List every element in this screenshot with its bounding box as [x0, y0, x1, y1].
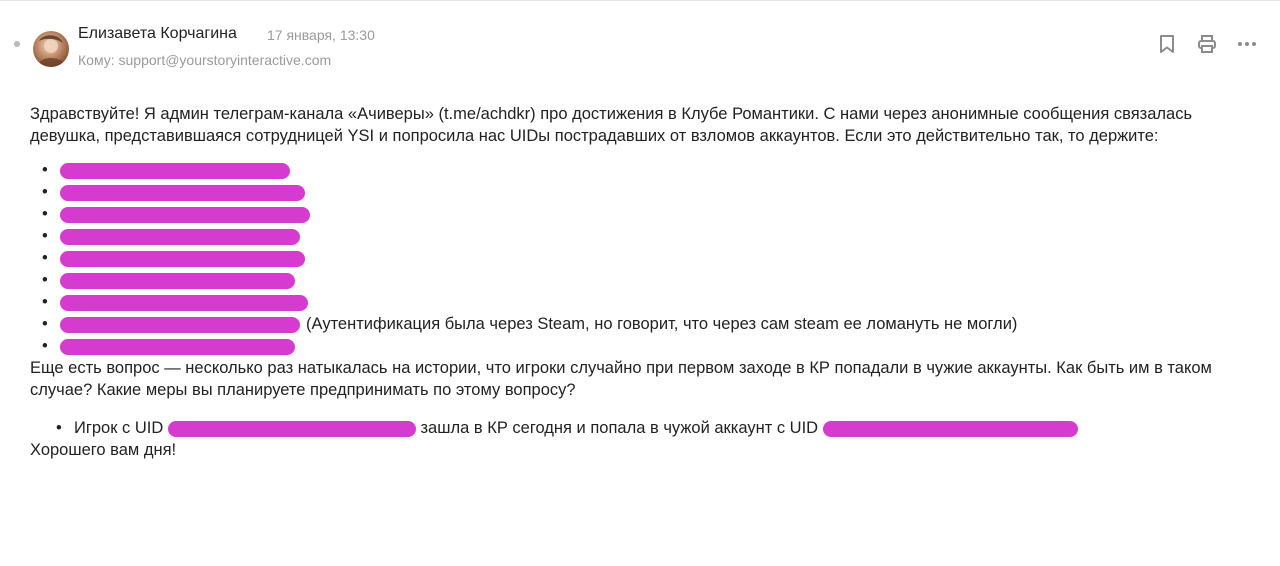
- recipient-line: Кому: support@yourstoryinteractive.com: [78, 52, 331, 68]
- message-toolbar: [1156, 33, 1258, 55]
- redaction: [60, 272, 295, 289]
- recipient-label: Кому:: [78, 52, 115, 68]
- list-item: Игрок с UID зашла в КР сегодня и попала …: [56, 417, 1260, 439]
- print-button[interactable]: [1196, 33, 1218, 55]
- redaction: [167, 420, 416, 437]
- message-body: Здравствуйте! Я админ телеграм-канала «А…: [30, 103, 1260, 461]
- more-icon: [1238, 42, 1256, 46]
- case-middle: зашла в КР сегодня и попала в чужой акка…: [420, 419, 819, 437]
- list-item: [42, 181, 1260, 203]
- bookmark-icon: [1160, 35, 1174, 53]
- redaction: [60, 338, 295, 355]
- redaction: [60, 184, 305, 201]
- email-view: Елизавета Корчагина 17 января, 13:30 Ком…: [0, 0, 1280, 566]
- sender-name[interactable]: Елизавета Корчагина: [78, 25, 237, 43]
- list-item: [42, 159, 1260, 181]
- case-prefix: Игрок с UID: [74, 419, 164, 437]
- redaction: [822, 420, 1078, 437]
- avatar[interactable]: [33, 31, 69, 67]
- redaction: [60, 250, 305, 267]
- case-list: Игрок с UID зашла в КР сегодня и попала …: [30, 417, 1260, 439]
- uid-list: (Аутентификация была через Steam, но гов…: [30, 159, 1260, 357]
- list-item: [42, 269, 1260, 291]
- print-icon: [1198, 35, 1216, 53]
- unread-indicator[interactable]: [14, 41, 20, 47]
- list-item: (Аутентификация была через Steam, но гов…: [42, 313, 1260, 335]
- more-button[interactable]: [1236, 33, 1258, 55]
- list-item: [42, 291, 1260, 313]
- closing-line: Хорошего вам дня!: [30, 441, 177, 459]
- redaction: [60, 294, 308, 311]
- redaction: [60, 206, 310, 223]
- list-item: [42, 225, 1260, 247]
- question-paragraph: Еще есть вопрос — несколько раз натыкала…: [30, 359, 1212, 399]
- list-item: [42, 335, 1260, 357]
- greeting-paragraph: Здравствуйте! Я админ телеграм-канала «А…: [30, 105, 1193, 145]
- redaction: [60, 316, 300, 333]
- list-item: [42, 203, 1260, 225]
- bookmark-button[interactable]: [1156, 33, 1178, 55]
- redaction: [60, 228, 300, 245]
- message-date: 17 января, 13:30: [267, 27, 375, 43]
- steam-note: (Аутентификация была через Steam, но гов…: [306, 315, 1018, 333]
- redaction: [60, 162, 290, 179]
- recipient-address[interactable]: support@yourstoryinteractive.com: [119, 52, 332, 68]
- list-item: [42, 247, 1260, 269]
